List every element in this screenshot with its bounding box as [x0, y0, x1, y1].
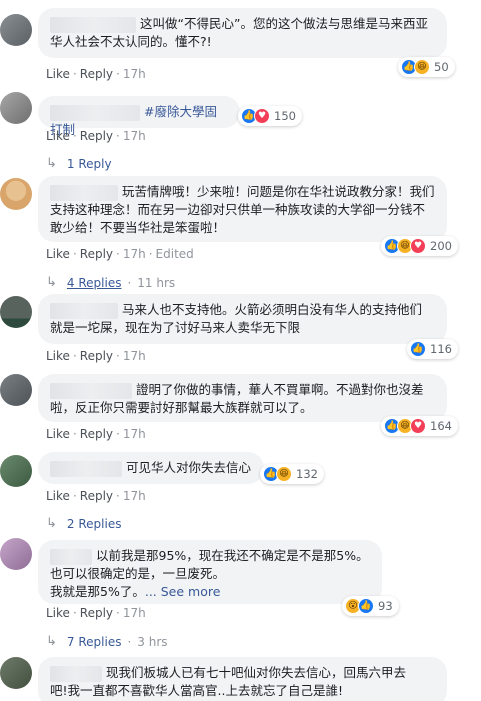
reply-arrow-icon: ↳	[46, 634, 57, 649]
heart-icon: ♥	[410, 238, 426, 254]
timestamp[interactable]: 17h	[123, 67, 146, 81]
timestamp[interactable]: 17h	[123, 606, 146, 620]
avatar[interactable]	[0, 657, 32, 689]
comment-actions: Like · Reply · 17h	[46, 427, 146, 441]
view-replies[interactable]: ↳ 7 Replies · 3 hrs	[46, 634, 168, 649]
commenter-name[interactable]	[50, 382, 132, 399]
timestamp[interactable]: 17h	[123, 247, 146, 261]
comment-bubble: 这叫做“不得民心”。您的这个做法与思维是马来西亚 华人社会不太认同的。懂不?!	[38, 8, 447, 58]
laughing-face-icon: 😆	[414, 59, 430, 75]
view-replies[interactable]: ↳ 2 Replies	[46, 516, 121, 531]
timestamp[interactable]: 17h	[123, 129, 146, 143]
view-replies[interactable]: ↳ 4 Replies · 11 hrs	[46, 275, 175, 290]
reaction-summary[interactable]: 👍 😆 ♥ 164	[381, 416, 458, 436]
comment-bubble: 玩苦情牌哦！少来啦！问题是你在华社说政教分家！我们 支持这种理念！而在另一边卻对…	[38, 176, 447, 242]
comment-bubble: 以前我是那95%，现在我还不确定是不是那5%。 也可以很确定的是，一旦废死。 我…	[38, 540, 382, 604]
timestamp[interactable]: 17h	[123, 427, 146, 441]
comment-actions: Like · Reply · 17h	[46, 606, 146, 620]
replies-label[interactable]: 7 Replies	[67, 635, 122, 649]
reaction-count: 150	[274, 109, 296, 123]
replies-time: 3 hrs	[137, 634, 168, 649]
replies-time: 11 hrs	[137, 275, 176, 290]
reaction-count: 164	[430, 419, 452, 433]
heart-icon: ♥	[410, 418, 426, 434]
like-link[interactable]: Like	[46, 129, 70, 143]
reaction-count: 93	[378, 599, 393, 613]
commenter-name[interactable]	[50, 548, 92, 565]
avatar[interactable]	[0, 178, 32, 210]
thumbs-up-icon: 👍	[358, 598, 374, 614]
comment-bubble: 可见华人对你失去信心	[38, 452, 264, 484]
like-link[interactable]: Like	[46, 489, 70, 503]
reply-arrow-icon: ↳	[46, 156, 57, 171]
reply-link[interactable]: Reply	[80, 247, 113, 261]
timestamp[interactable]: 17h	[123, 349, 146, 363]
like-link[interactable]: Like	[46, 427, 70, 441]
replies-label[interactable]: 1 Reply	[67, 157, 112, 171]
like-link[interactable]: Like	[46, 349, 70, 363]
reply-link[interactable]: Reply	[80, 489, 113, 503]
comment-bubble: 马来人也不支持他。火箭必须明白没有华人的支持他们 就是一坨屎，现在为了讨好马来人…	[38, 294, 447, 344]
reaction-count: 50	[434, 60, 449, 74]
reaction-summary[interactable]: 👍 😆 50	[398, 57, 455, 77]
reply-link[interactable]: Reply	[80, 129, 113, 143]
avatar[interactable]	[0, 296, 32, 328]
commenter-name[interactable]	[50, 104, 140, 121]
reaction-summary[interactable]: 😮 👍 93	[342, 596, 399, 616]
reply-link[interactable]: Reply	[80, 606, 113, 620]
reaction-count: 200	[430, 239, 452, 253]
comment-bubble: 现我们板城人已有七十吧仙对你失去信心，回馬六甲去 吧!我一直都不喜歡华人當高官.…	[38, 657, 447, 701]
edited-label[interactable]: Edited	[156, 247, 194, 261]
comment-actions: Like · Reply · 17h	[46, 67, 146, 81]
heart-icon: ♥	[254, 108, 270, 124]
commenter-name[interactable]	[50, 460, 122, 477]
avatar[interactable]	[0, 374, 32, 406]
commenter-name[interactable]	[50, 16, 136, 33]
replies-label[interactable]: 2 Replies	[67, 517, 122, 531]
reply-arrow-icon: ↳	[46, 516, 57, 531]
reaction-summary[interactable]: 👍 116	[407, 339, 458, 359]
comment-text: 可见华人对你失去信心	[126, 460, 252, 475]
comment-actions: Like · Reply · 17h	[46, 129, 146, 143]
comment-bubble: 證明了你做的事情，華人不買單啊。不過對你也沒差 啦，反正你只需要討好那幫最大族群…	[38, 374, 447, 422]
comment-bubble: #廢除大學固打制	[38, 96, 240, 137]
comment-actions: Like · Reply · 17h · Edited	[46, 247, 194, 261]
like-link[interactable]: Like	[46, 247, 70, 261]
reply-arrow-icon: ↳	[46, 275, 57, 290]
commenter-name[interactable]	[50, 302, 118, 319]
reaction-summary[interactable]: 👍 ♥ 150	[238, 106, 302, 126]
commenter-name[interactable]	[50, 184, 118, 201]
avatar[interactable]	[0, 538, 32, 570]
reaction-summary[interactable]: 👍 😆 132	[260, 464, 324, 484]
reaction-count: 116	[430, 342, 452, 356]
replies-label[interactable]: 4 Replies	[67, 276, 122, 290]
reply-link[interactable]: Reply	[80, 349, 113, 363]
avatar[interactable]	[0, 92, 32, 124]
reply-link[interactable]: Reply	[80, 67, 113, 81]
avatar[interactable]	[0, 455, 32, 487]
commenter-name[interactable]	[50, 665, 102, 682]
like-link[interactable]: Like	[46, 67, 70, 81]
reaction-summary[interactable]: 👍 😆 ♥ 200	[381, 236, 458, 256]
see-more-link[interactable]: ... See more	[145, 584, 221, 599]
timestamp[interactable]: 17h	[123, 489, 146, 503]
laughing-face-icon: 😆	[276, 466, 292, 482]
comment-actions: Like · Reply · 17h	[46, 349, 146, 363]
avatar[interactable]	[0, 14, 32, 46]
comment-text: 现我们板城人已有七十吧仙对你失去信心，回馬六甲去 吧!我一直都不喜歡华人當高官.…	[50, 665, 407, 698]
reply-link[interactable]: Reply	[80, 427, 113, 441]
view-replies[interactable]: ↳ 1 Reply	[46, 156, 112, 171]
like-link[interactable]: Like	[46, 606, 70, 620]
thumbs-up-icon: 👍	[410, 341, 426, 357]
comment-actions: Like · Reply · 17h	[46, 489, 146, 503]
reaction-count: 132	[296, 467, 318, 481]
